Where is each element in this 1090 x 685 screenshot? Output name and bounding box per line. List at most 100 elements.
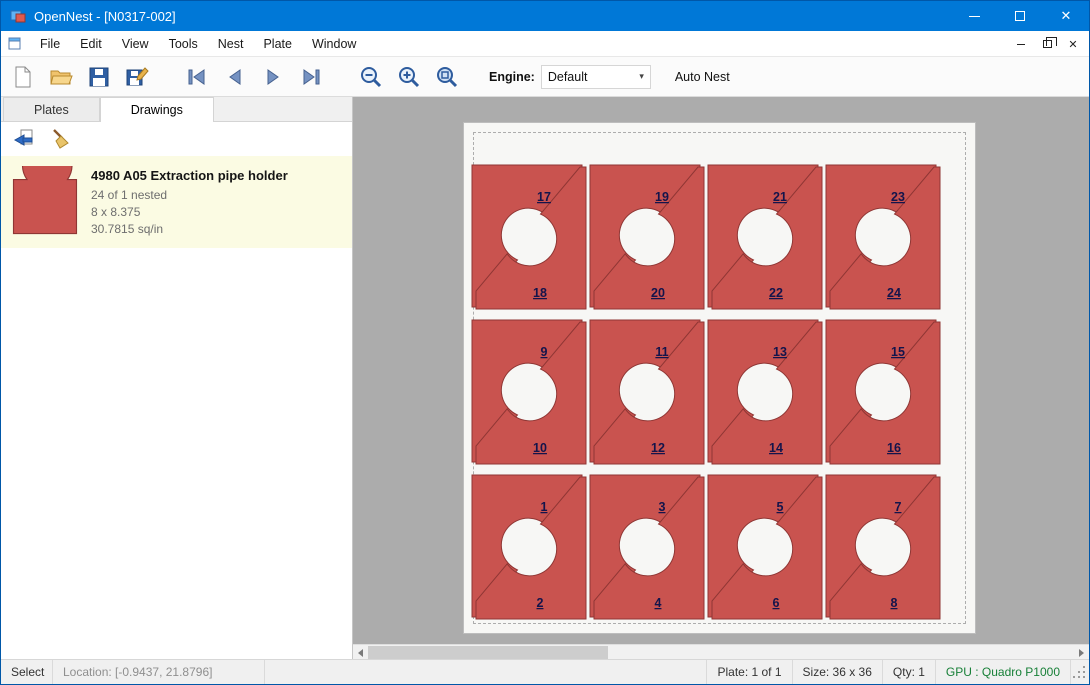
nested-pair[interactable]: 15 16 xyxy=(824,318,942,466)
menu-window[interactable]: Window xyxy=(302,33,366,55)
part-number-bottom: 12 xyxy=(651,441,665,455)
drawing-size: 8 x 8.375 xyxy=(91,204,288,220)
zoom-in-icon xyxy=(397,65,421,89)
horizontal-scrollbar[interactable] xyxy=(353,644,1089,659)
new-document-icon xyxy=(11,65,35,89)
zoom-out-button[interactable] xyxy=(355,61,387,93)
part-number-bottom: 4 xyxy=(655,596,662,610)
nest-row: 1 2 3 4 5 6 7 8 xyxy=(470,473,942,621)
tab-plates[interactable]: Plates xyxy=(3,97,100,121)
nested-pair[interactable]: 5 6 xyxy=(706,473,824,621)
part-number-top: 21 xyxy=(773,190,787,204)
panel-toolbar xyxy=(1,122,352,156)
resize-grip[interactable] xyxy=(1071,660,1089,684)
nested-pair[interactable]: 7 8 xyxy=(824,473,942,621)
nested-pair[interactable]: 17 18 xyxy=(470,163,588,311)
drawings-panel: Plates Drawings 4 xyxy=(1,97,353,659)
go-previous-button[interactable] xyxy=(219,61,251,93)
status-qty: Qty: 1 xyxy=(883,660,936,684)
zoom-in-button[interactable] xyxy=(393,61,425,93)
minimize-button[interactable] xyxy=(951,1,997,31)
engine-select[interactable]: Default ▾ xyxy=(541,65,651,89)
clean-button[interactable] xyxy=(47,126,75,152)
save-as-button[interactable] xyxy=(121,61,153,93)
part-number-top: 3 xyxy=(659,500,666,514)
tab-drawings[interactable]: Drawings xyxy=(100,97,214,122)
chevron-down-icon: ▾ xyxy=(639,71,644,82)
menu-tools[interactable]: Tools xyxy=(159,33,208,55)
send-to-plates-button[interactable] xyxy=(9,126,37,152)
part-number-top: 7 xyxy=(895,500,902,514)
part-number-bottom: 6 xyxy=(773,596,780,610)
document-icon xyxy=(8,36,24,52)
new-document-button[interactable] xyxy=(7,61,39,93)
maximize-icon xyxy=(1015,11,1025,21)
save-icon xyxy=(87,65,111,89)
go-next-button[interactable] xyxy=(257,61,289,93)
nested-pair[interactable]: 1 2 xyxy=(470,473,588,621)
status-gpu: GPU : Quadro P1000 xyxy=(936,660,1071,684)
go-next-icon xyxy=(261,65,285,89)
nested-pair[interactable]: 21 22 xyxy=(706,163,824,311)
part-number-top: 1 xyxy=(541,500,548,514)
go-last-button[interactable] xyxy=(295,61,327,93)
nested-pair[interactable]: 3 4 xyxy=(588,473,706,621)
open-folder-icon xyxy=(49,65,73,89)
nest-row: 17 18 19 20 21 22 23 24 xyxy=(470,163,942,311)
menu-file[interactable]: File xyxy=(30,33,70,55)
drawing-list-item[interactable]: 4980 A05 Extraction pipe holder 24 of 1 … xyxy=(1,156,352,248)
go-first-icon xyxy=(185,65,209,89)
maximize-button[interactable] xyxy=(997,1,1043,31)
status-plate: Plate: 1 of 1 xyxy=(707,660,792,684)
nest-grid: 17 18 19 20 21 22 23 24 9 10 11 12 13 14 xyxy=(470,163,942,628)
mdi-minimize-button[interactable] xyxy=(1009,34,1033,54)
drawing-nested-count: 24 of 1 nested xyxy=(91,187,288,203)
part-number-bottom: 14 xyxy=(769,441,783,455)
zoom-fit-icon xyxy=(435,65,459,89)
part-number-top: 13 xyxy=(773,345,787,359)
go-first-button[interactable] xyxy=(181,61,213,93)
save-button[interactable] xyxy=(83,61,115,93)
main-toolbar: Engine: Default ▾ Auto Nest xyxy=(1,57,1089,97)
nested-pair[interactable]: 11 12 xyxy=(588,318,706,466)
nest-canvas[interactable]: 17 18 19 20 21 22 23 24 9 10 11 12 13 14 xyxy=(353,97,1089,644)
engine-value: Default xyxy=(548,70,588,84)
auto-nest-button[interactable]: Auto Nest xyxy=(669,66,736,88)
mdi-close-button[interactable]: ✕ xyxy=(1061,34,1085,54)
zoom-out-icon xyxy=(359,65,383,89)
mdi-restore-button[interactable] xyxy=(1035,34,1059,54)
status-bar: Select Location: [-0.9437, 21.8796] Plat… xyxy=(1,659,1089,684)
menu-plate[interactable]: Plate xyxy=(253,33,302,55)
nested-pair[interactable]: 23 24 xyxy=(824,163,942,311)
part-number-bottom: 22 xyxy=(769,286,783,300)
menu-bar: File Edit View Tools Nest Plate Window ✕ xyxy=(1,31,1089,57)
nested-pair[interactable]: 19 20 xyxy=(588,163,706,311)
open-button[interactable] xyxy=(45,61,77,93)
menu-nest[interactable]: Nest xyxy=(208,33,254,55)
zoom-fit-button[interactable] xyxy=(431,61,463,93)
nested-pair[interactable]: 13 14 xyxy=(706,318,824,466)
part-number-bottom: 24 xyxy=(887,286,901,300)
clean-brush-icon xyxy=(49,127,73,151)
go-previous-icon xyxy=(223,65,247,89)
nest-row: 9 10 11 12 13 14 15 16 xyxy=(470,318,942,466)
plate[interactable]: 17 18 19 20 21 22 23 24 9 10 11 12 13 14 xyxy=(463,122,976,634)
menu-view[interactable]: View xyxy=(112,33,159,55)
part-number-top: 19 xyxy=(655,190,669,204)
window-title: OpenNest - [N0317-002] xyxy=(34,9,176,24)
minimize-icon xyxy=(969,16,980,17)
save-as-icon xyxy=(125,65,149,89)
scroll-right-button[interactable] xyxy=(1074,645,1089,660)
part-number-top: 17 xyxy=(537,190,551,204)
title-bar: OpenNest - [N0317-002] ✕ xyxy=(1,1,1089,31)
status-size: Size: 36 x 36 xyxy=(793,660,883,684)
close-button[interactable]: ✕ xyxy=(1043,1,1089,31)
part-number-top: 23 xyxy=(891,190,905,204)
scrollbar-thumb[interactable] xyxy=(368,646,608,659)
part-thumbnail xyxy=(9,166,81,238)
scroll-left-button[interactable] xyxy=(353,645,368,660)
menu-edit[interactable]: Edit xyxy=(70,33,112,55)
part-number-top: 15 xyxy=(891,345,905,359)
nested-pair[interactable]: 9 10 xyxy=(470,318,588,466)
send-to-plates-icon xyxy=(11,127,35,151)
